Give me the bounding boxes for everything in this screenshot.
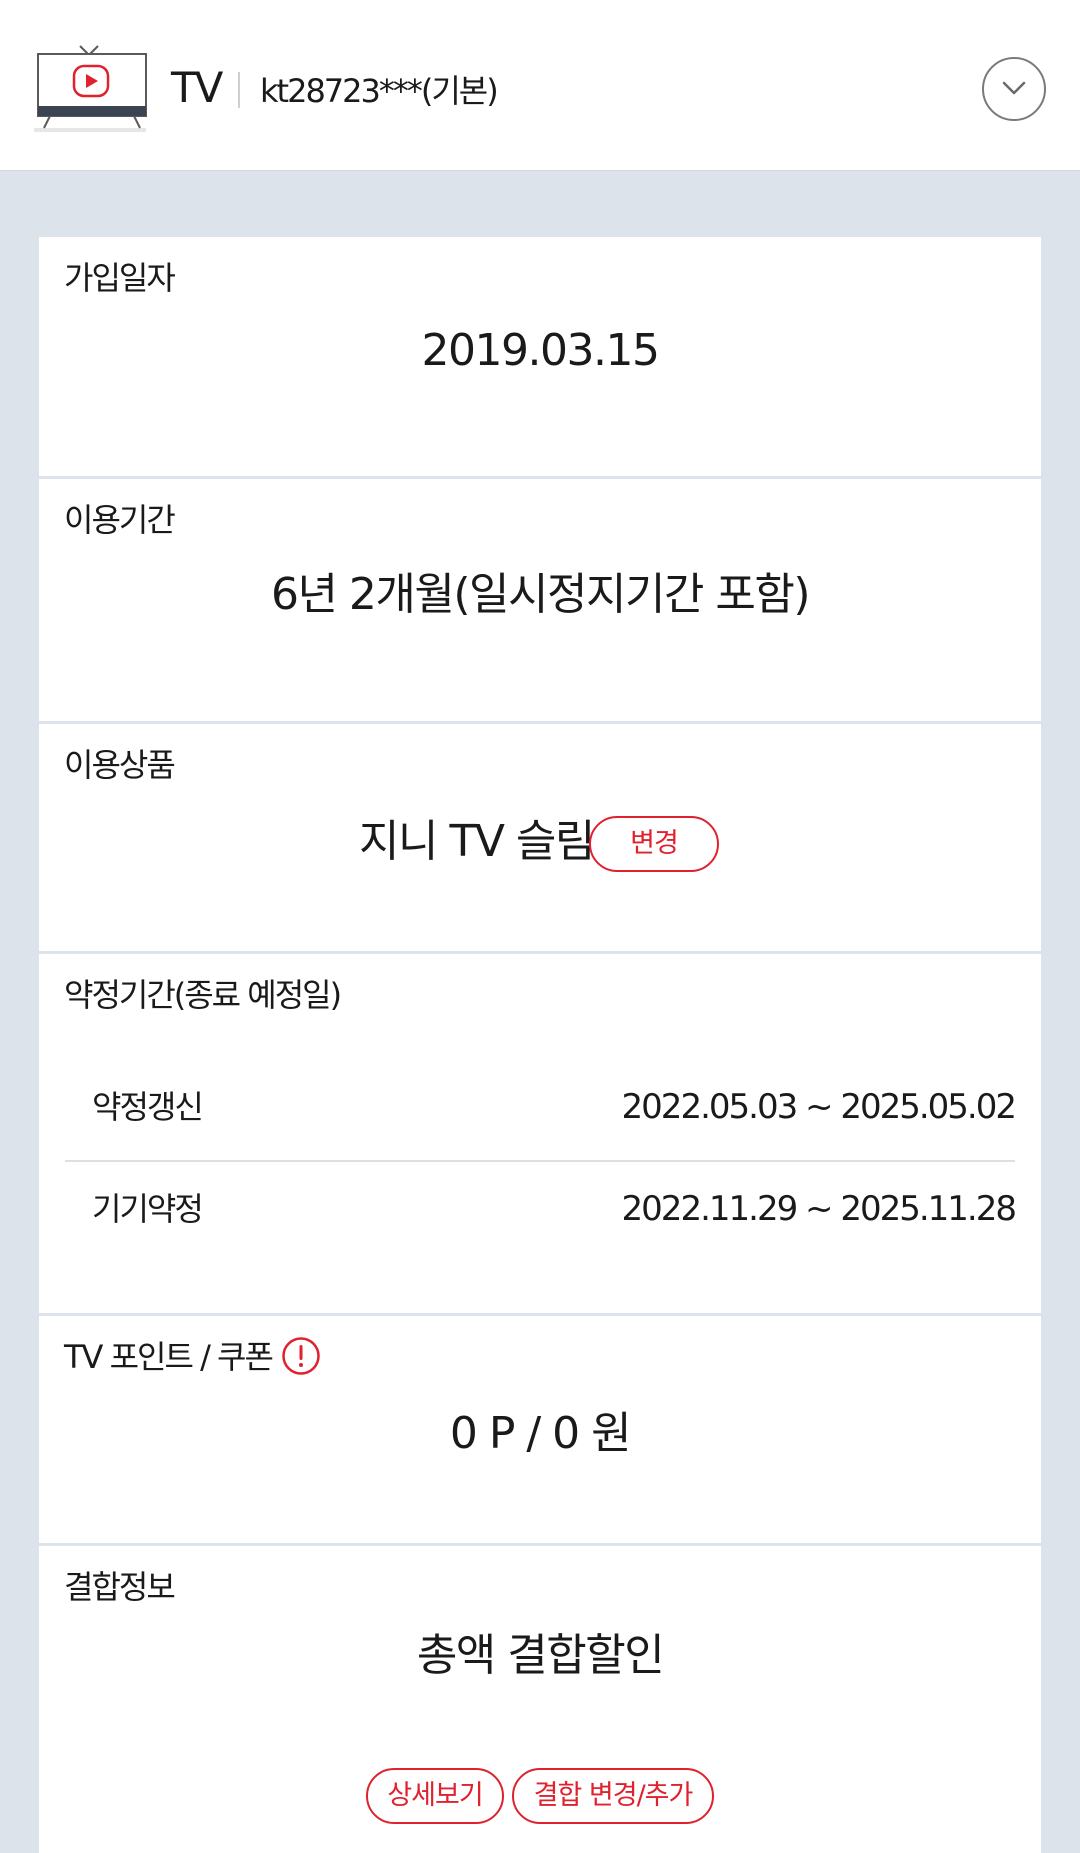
exclamation-info-icon[interactable] (281, 1336, 321, 1376)
join-date-section: 가입일자 2019.03.15 (39, 237, 1041, 476)
join-date-value: 2019.03.15 (421, 325, 660, 376)
usage-period-label: 이용기간 (64, 501, 176, 539)
usage-period-section: 이용기간 6년 2개월(일시정지기간 포함) (39, 479, 1041, 721)
bundle-label: 결합정보 (64, 1568, 176, 1606)
bundle-section: 결합정보 총액 결합할인 상세보기 결합 변경/추가 (39, 1546, 1041, 1853)
contract-row-divider (65, 1160, 1015, 1162)
service-name: TV (171, 63, 223, 112)
points-label: TV 포인트 / 쿠폰 (64, 1338, 274, 1376)
points-value: 0 P / 0 원 (449, 1408, 632, 1459)
account-id: kt28723***(기본) (260, 72, 499, 110)
contract-row-period: 2022.11.29 ~ 2025.11.28 (621, 1189, 1017, 1229)
join-date-label: 가입일자 (64, 259, 176, 297)
product-label: 이용상품 (64, 746, 176, 784)
product-section: 이용상품 지니 TV 슬림 변경 (39, 724, 1041, 951)
bundle-detail-button[interactable]: 상세보기 (366, 1768, 504, 1824)
usage-period-value: 6년 2개월(일시정지기간 포함) (270, 569, 811, 620)
bundle-change-button[interactable]: 결합 변경/추가 (512, 1768, 714, 1824)
chevron-down-icon (1002, 81, 1026, 95)
header-divider (238, 72, 240, 108)
service-header: TV kt28723***(기본) (0, 0, 1080, 171)
contract-row-name: 기기약정 (92, 1190, 204, 1228)
contract-row-name: 약정갱신 (92, 1088, 204, 1126)
contract-label: 약정기간(종료 예정일) (64, 976, 342, 1014)
account-dropdown-button[interactable] (982, 57, 1046, 121)
bundle-value: 총액 결합할인 (416, 1630, 665, 1681)
contract-row-period: 2022.05.03 ~ 2025.05.02 (621, 1087, 1017, 1127)
contract-section: 약정기간(종료 예정일) 약정갱신 2022.05.03 ~ 2025.05.0… (39, 954, 1041, 1313)
tv-play-icon (34, 44, 150, 138)
change-product-button[interactable]: 변경 (589, 816, 719, 872)
points-section: TV 포인트 / 쿠폰 0 P / 0 원 (39, 1316, 1041, 1543)
